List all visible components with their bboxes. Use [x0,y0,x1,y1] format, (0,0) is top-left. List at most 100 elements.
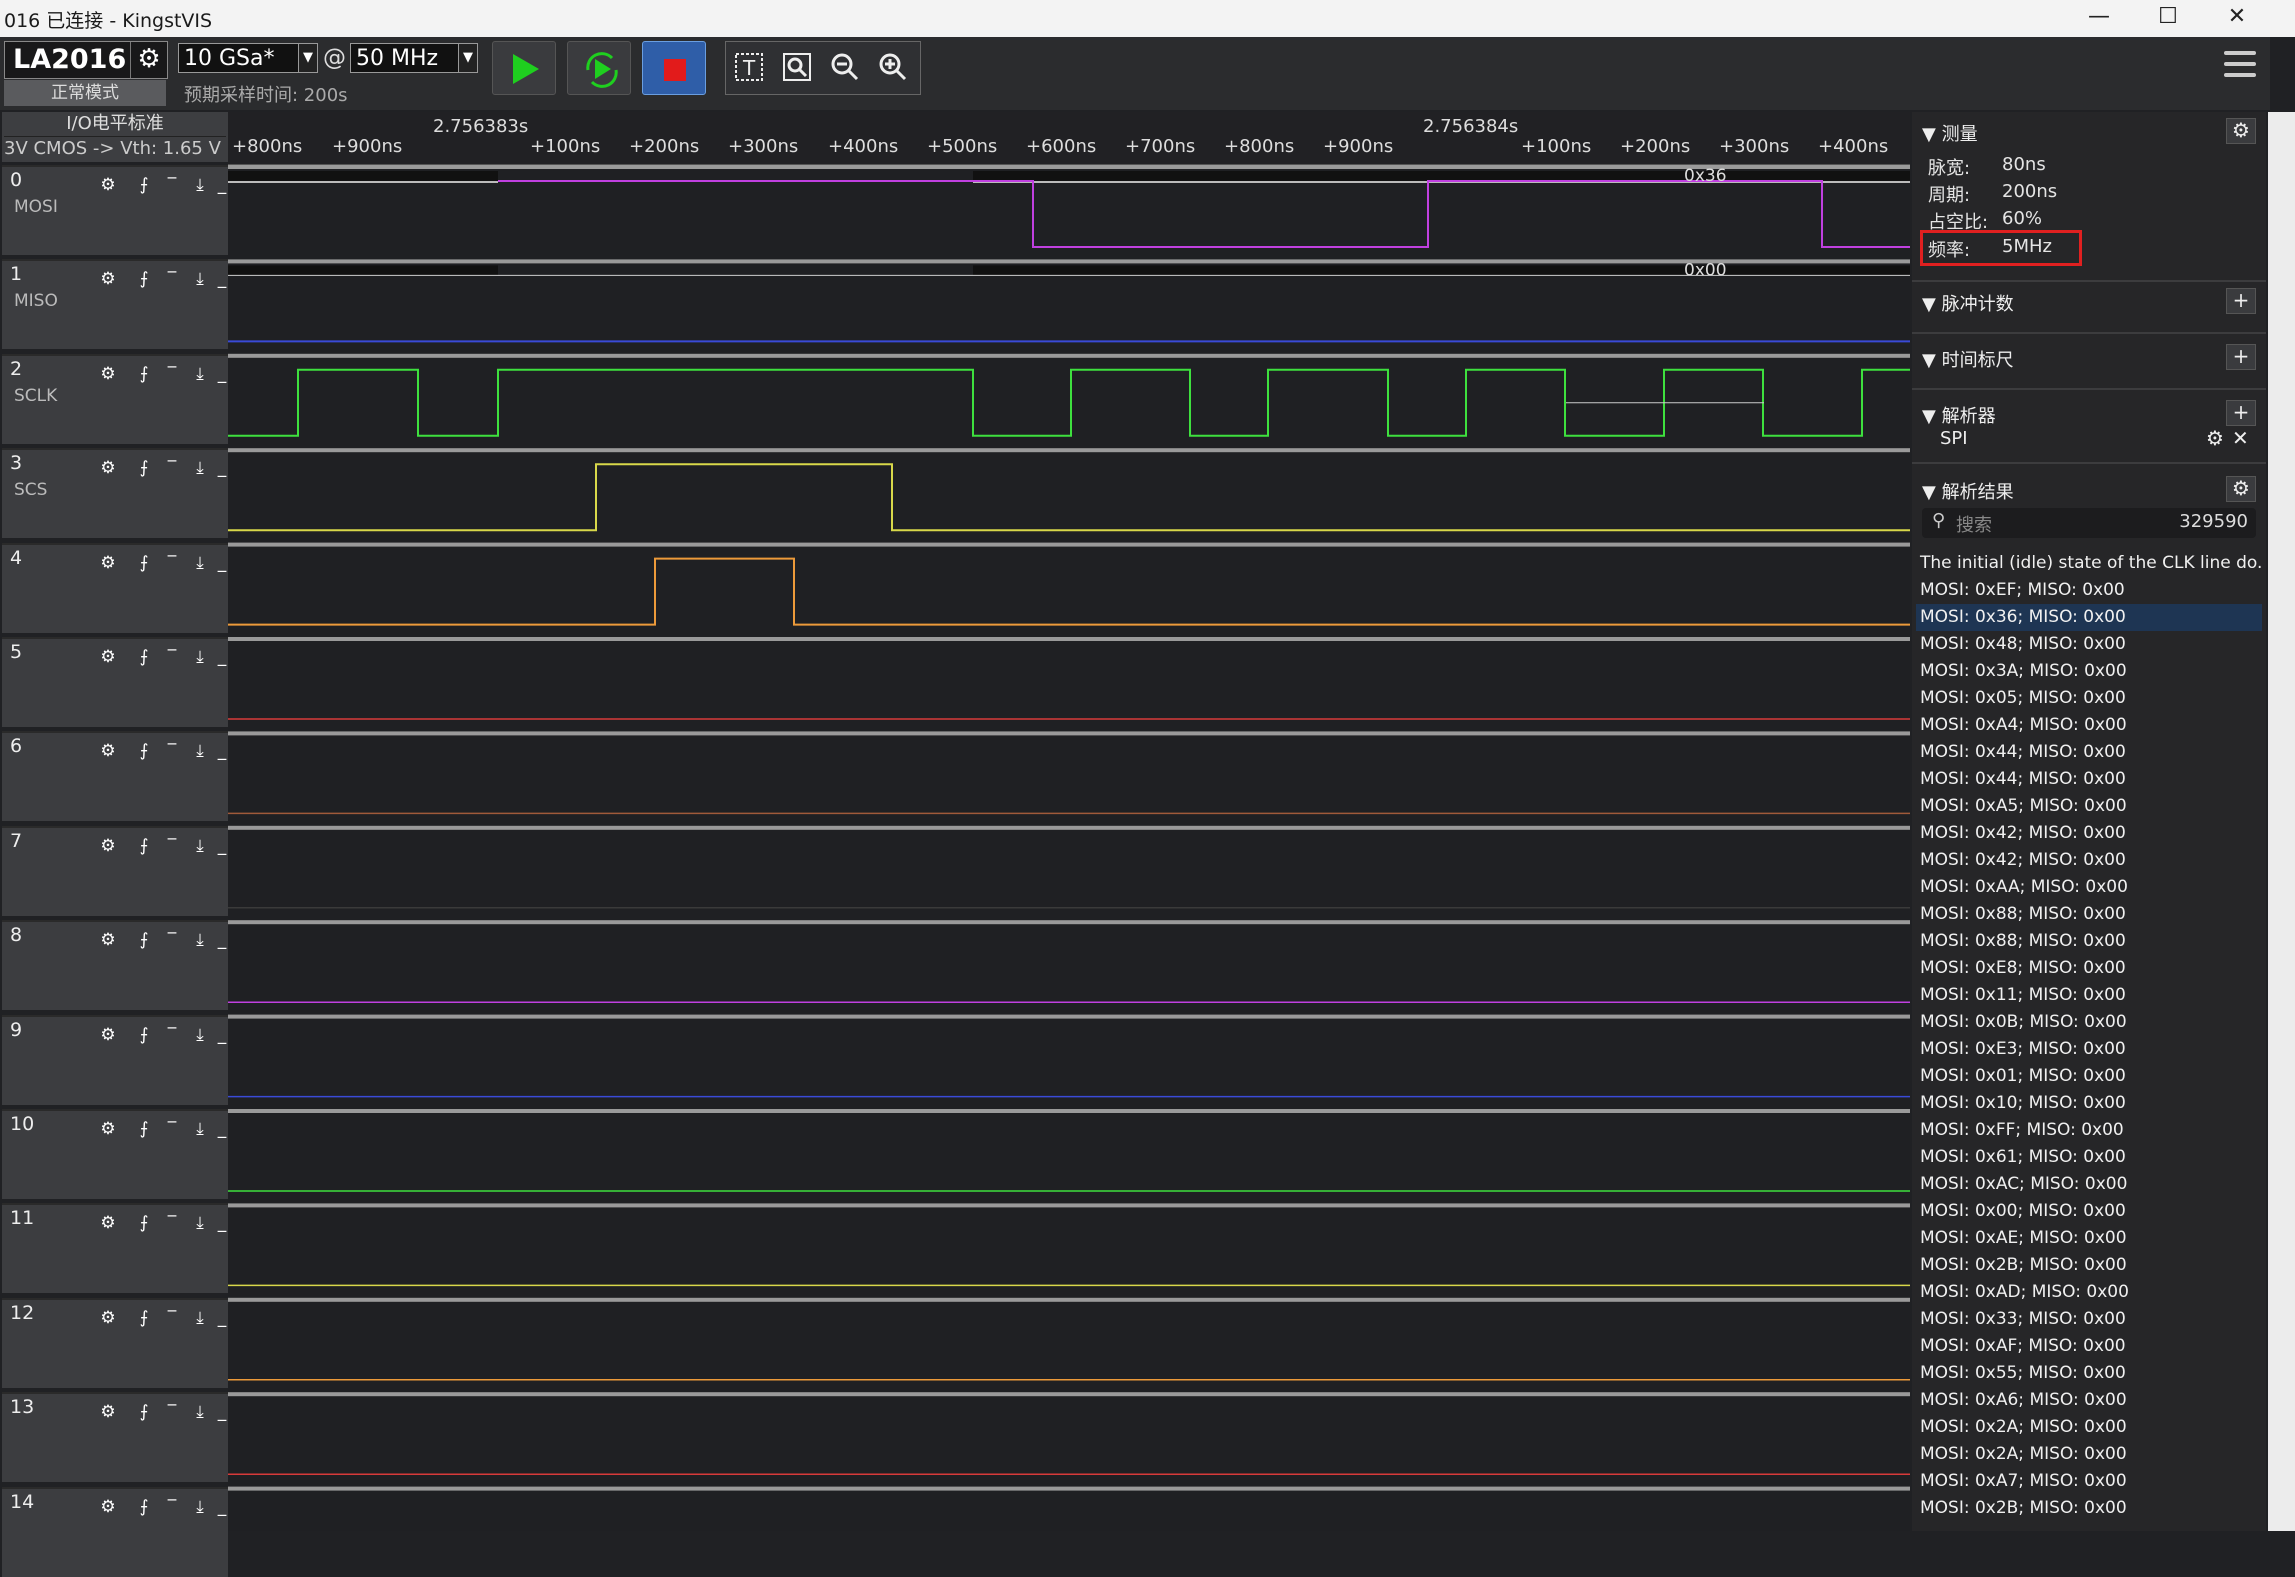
result-item[interactable]: MOSI: 0xAD; MISO: 0x00 [1916,1279,2262,1306]
channel-rising-edge-icon[interactable]: ⨍ [130,456,158,480]
channel-rising-edge-icon[interactable]: ⨍ [130,1211,158,1235]
channel-gear-icon[interactable]: ⚙ [96,362,120,386]
channel-high-level-icon[interactable]: ‾ [158,928,186,952]
result-item[interactable]: MOSI: 0x44; MISO: 0x00 [1916,766,2262,793]
channel-rising-edge-icon[interactable]: ⨍ [130,645,158,669]
channel-gear-icon[interactable]: ⚙ [96,267,120,291]
result-item[interactable]: MOSI: 0xA7; MISO: 0x00 [1916,1468,2262,1495]
result-item[interactable]: MOSI: 0x42; MISO: 0x00 [1916,820,2262,847]
channel-high-level-icon[interactable]: ‾ [158,267,186,291]
device-gear-icon[interactable]: ⚙ [130,42,167,78]
result-item[interactable]: MOSI: 0x33; MISO: 0x00 [1916,1306,2262,1333]
channel-row-8[interactable]: 8 ⚙ ⨍ ‾ ⤓ _ [2,920,228,1011]
result-item[interactable]: MOSI: 0x10; MISO: 0x00 [1916,1090,2262,1117]
zoom-in-icon[interactable] [876,52,910,86]
results-gear-icon[interactable]: ⚙ [2226,476,2256,502]
channel-rising-edge-icon[interactable]: ⨍ [130,173,158,197]
result-item[interactable]: MOSI: 0xAE; MISO: 0x00 [1916,1225,2262,1252]
result-item[interactable]: MOSI: 0x3A; MISO: 0x00 [1916,658,2262,685]
channel-high-level-icon[interactable]: ‾ [158,362,186,386]
channel-high-level-icon[interactable]: ‾ [158,834,186,858]
channel-gear-icon[interactable]: ⚙ [96,1023,120,1047]
result-item[interactable]: MOSI: 0x88; MISO: 0x00 [1916,901,2262,928]
repeat-start-button[interactable] [567,41,631,95]
channel-rising-edge-icon[interactable]: ⨍ [130,1306,158,1330]
start-button[interactable] [492,41,556,95]
measure-gear-icon[interactable]: ⚙ [2226,118,2256,144]
zoom-out-icon[interactable] [828,52,862,86]
result-item[interactable]: MOSI: 0x36; MISO: 0x00 [1916,604,2262,631]
channel-label[interactable]: MISO [14,291,58,311]
time-ruler[interactable]: 2.756383s 2.756384s +800ns +900ns +100ns +200… [228,112,1910,165]
add-time-ruler-icon[interactable]: + [2226,344,2256,370]
channel-high-level-icon[interactable]: ‾ [158,456,186,480]
stop-button[interactable] [642,41,706,95]
channel-rising-edge-icon[interactable]: ⨍ [130,1495,158,1519]
close-button[interactable]: ✕ [2204,0,2270,37]
channel-row-6[interactable]: 6 ⚙ ⨍ ‾ ⤓ _ [2,731,228,822]
channel-rising-edge-icon[interactable]: ⨍ [130,1400,158,1424]
channel-high-level-icon[interactable]: ‾ [158,1211,186,1235]
result-item[interactable]: MOSI: 0xA4; MISO: 0x00 [1916,712,2262,739]
pulse-count-header[interactable]: ▼ 脉冲计数 [1922,290,2014,316]
channel-rising-edge-icon[interactable]: ⨍ [130,1117,158,1141]
channel-rising-edge-icon[interactable]: ⨍ [130,267,158,291]
hamburger-menu-icon[interactable] [2224,51,2256,83]
channel-gear-icon[interactable]: ⚙ [96,834,120,858]
channel-gear-icon[interactable]: ⚙ [96,1117,120,1141]
channel-label[interactable]: SCS [14,480,47,500]
channel-rising-edge-icon[interactable]: ⨍ [130,739,158,763]
result-item[interactable]: MOSI: 0x0B; MISO: 0x00 [1916,1009,2262,1036]
result-item[interactable]: MOSI: 0x00; MISO: 0x00 [1916,1198,2262,1225]
channel-rising-edge-icon[interactable]: ⨍ [130,834,158,858]
channel-row-1[interactable]: 1 MISO ⚙ ⨍ ‾ ⤓ _ [2,259,228,350]
zoom-fit-icon[interactable] [780,52,814,86]
device-selector[interactable]: LA2016 ⚙ [4,41,168,79]
result-item[interactable]: MOSI: 0xA6; MISO: 0x00 [1916,1387,2262,1414]
channel-high-level-icon[interactable]: ‾ [158,1495,186,1519]
add-analyzer-icon[interactable]: + [2226,400,2256,426]
mode-label[interactable]: 正常模式 [4,80,166,106]
result-item[interactable]: MOSI: 0x61; MISO: 0x00 [1916,1144,2262,1171]
channel-row-10[interactable]: 10 ⚙ ⨍ ‾ ⤓ _ [2,1109,228,1199]
result-item[interactable]: MOSI: 0x55; MISO: 0x00 [1916,1360,2262,1387]
channel-row-11[interactable]: 11 ⚙ ⨍ ‾ ⤓ _ [2,1203,228,1294]
result-item[interactable]: MOSI: 0x01; MISO: 0x00 [1916,1063,2262,1090]
result-item[interactable]: MOSI: 0xA5; MISO: 0x00 [1916,793,2262,820]
result-item[interactable]: MOSI: 0xFF; MISO: 0x00 [1916,1117,2262,1144]
result-item[interactable]: MOSI: 0x05; MISO: 0x00 [1916,685,2262,712]
channel-high-level-icon[interactable]: ‾ [158,1400,186,1424]
result-item[interactable]: MOSI: 0x2A; MISO: 0x00 [1916,1441,2262,1468]
result-item[interactable]: MOSI: 0x48; MISO: 0x00 [1916,631,2262,658]
result-item[interactable]: MOSI: 0x11; MISO: 0x00 [1916,982,2262,1009]
channel-high-level-icon[interactable]: ‾ [158,1306,186,1330]
result-item[interactable]: MOSI: 0xAC; MISO: 0x00 [1916,1171,2262,1198]
channel-rising-edge-icon[interactable]: ⨍ [130,1023,158,1047]
result-item[interactable]: MOSI: 0x2A; MISO: 0x00 [1916,1414,2262,1441]
channel-row-5[interactable]: 5 ⚙ ⨍ ‾ ⤓ _ [2,637,228,727]
channel-high-level-icon[interactable]: ‾ [158,1117,186,1141]
result-item[interactable]: MOSI: 0xAF; MISO: 0x00 [1916,1333,2262,1360]
result-item[interactable]: MOSI: 0xAA; MISO: 0x00 [1916,874,2262,901]
analyzer-remove-icon[interactable]: ✕ [2232,426,2249,450]
channel-gear-icon[interactable]: ⚙ [96,1400,120,1424]
analyzer-spi[interactable]: SPI [1940,428,1968,449]
result-item[interactable]: MOSI: 0x44; MISO: 0x00 [1916,739,2262,766]
channel-high-level-icon[interactable]: ‾ [158,551,186,575]
text-tool-icon[interactable]: T [732,52,766,86]
channel-row-12[interactable]: 12 ⚙ ⨍ ‾ ⤓ _ [2,1297,228,1388]
channel-row-7[interactable]: 7 ⚙ ⨍ ‾ ⤓ _ [2,825,228,916]
channel-high-level-icon[interactable]: ‾ [158,1023,186,1047]
result-item[interactable]: The initial (idle) state of the CLK line… [1916,550,2262,577]
channel-row-0[interactable]: 0 MOSI ⚙ ⨍ ‾ ⤓ _ [2,165,228,255]
channel-row-4[interactable]: 4 ⚙ ⨍ ‾ ⤓ _ [2,542,228,633]
io-standard-header[interactable]: I/O电平标准 3V CMOS -> Vth: 1.65 V [2,112,228,162]
channel-label[interactable]: MOSI [14,197,58,217]
channel-rising-edge-icon[interactable]: ⨍ [130,928,158,952]
channel-gear-icon[interactable]: ⚙ [96,173,120,197]
sample-rate-select[interactable]: 10 GSa* ▼ [178,43,318,73]
result-item[interactable]: MOSI: 0xE8; MISO: 0x00 [1916,955,2262,982]
result-item[interactable]: MOSI: 0x2B; MISO: 0x00 [1916,1252,2262,1279]
frequency-select[interactable]: 50 MHz ▼ [350,43,478,73]
channel-row-3[interactable]: 3 SCS ⚙ ⨍ ‾ ⤓ _ [2,448,228,539]
